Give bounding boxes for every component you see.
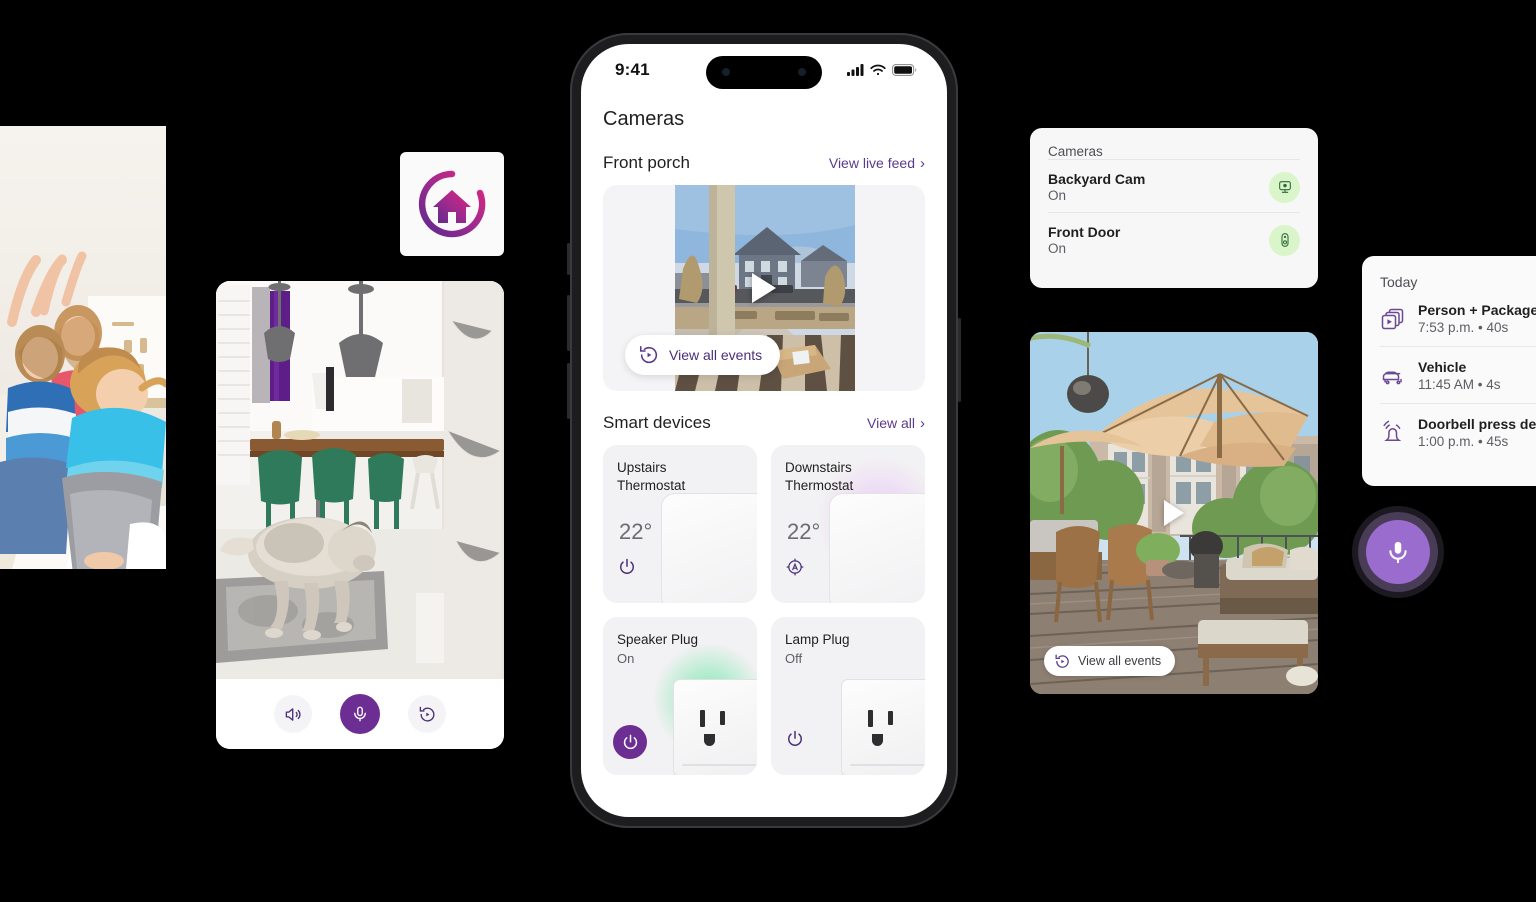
phone-mockup: 9:41 Cameras Front porch View live feed … (567, 33, 961, 828)
screenshot-stage: 9:41 Cameras Front porch View live feed … (0, 0, 1536, 902)
view-live-feed-link[interactable]: View live feed › (829, 155, 925, 171)
volume-button[interactable] (567, 363, 570, 419)
device-card-lamp-plug[interactable]: Lamp Plug Off (771, 617, 925, 775)
device-temperature: 22° (787, 519, 821, 544)
indoor-camera-controls (216, 679, 504, 749)
smart-devices-grid: Upstairs Thermostat 22° Downstairs Therm… (603, 445, 925, 775)
cellular-signal-icon (847, 64, 864, 76)
status-bar: 9:41 (581, 44, 947, 96)
dynamic-island (706, 56, 822, 89)
cameras-card-title: Cameras (1048, 144, 1103, 159)
device-card-downstairs-thermostat[interactable]: Downstairs Thermostat 22° (771, 445, 925, 603)
replay-icon[interactable] (408, 695, 446, 733)
indoor-camera-feed[interactable] (216, 281, 504, 679)
view-all-events-label: View all events (669, 347, 763, 363)
chevron-right-icon: › (920, 414, 925, 432)
camera-row-backyard[interactable]: Backyard Cam On (1048, 159, 1300, 212)
event-title: Person + Package de (1418, 302, 1536, 318)
smart-devices-header: Smart devices View all › (603, 413, 925, 433)
status-indicators (847, 64, 917, 76)
device-card-upstairs-thermostat[interactable]: Upstairs Thermostat 22° (603, 445, 757, 603)
chevron-right-icon: › (920, 154, 925, 172)
car-icon (1380, 363, 1406, 389)
event-row-person-package[interactable]: Person + Package de 7:53 p.m. • 40s (1380, 290, 1536, 346)
patio-view-all-events-button[interactable]: View all events (1044, 646, 1176, 676)
indoor-camera-card[interactable] (216, 281, 504, 749)
smart-plug-image (841, 679, 925, 775)
device-card-speaker-plug[interactable]: Speaker Plug On (603, 617, 757, 775)
view-all-label: View all (867, 415, 915, 431)
today-title: Today (1380, 274, 1418, 290)
power-icon[interactable] (613, 725, 647, 759)
camera-name: Front Door (1048, 224, 1121, 240)
play-icon[interactable] (752, 273, 776, 303)
device-state: On (617, 651, 635, 667)
cameras-list-card: Cameras Backyard Cam On Front Door On (1030, 128, 1318, 288)
play-icon[interactable] (1164, 500, 1184, 526)
device-state: Off (785, 651, 803, 667)
thermostat-image (829, 493, 925, 603)
event-text: Person + Package de 7:53 p.m. • 40s (1418, 302, 1536, 335)
camera-row-text: Backyard Cam On (1048, 171, 1145, 203)
doorbell-ring-icon (1380, 420, 1406, 446)
device-name: Upstairs Thermostat (617, 460, 686, 494)
sensor-lens-icon (798, 68, 806, 76)
event-title: Vehicle (1418, 359, 1467, 375)
camera-state: On (1048, 241, 1067, 256)
device-name: Speaker Plug (617, 632, 699, 647)
event-row-doorbell[interactable]: Doorbell press detec 1:00 p.m. • 45s (1380, 403, 1536, 460)
today-events-card: Today Person + Package de 7:53 p.m. • 40… (1362, 256, 1536, 486)
event-title: Doorbell press detec (1418, 416, 1536, 432)
phone-screen: 9:41 Cameras Front porch View live feed … (581, 44, 947, 817)
page-title: Cameras (603, 108, 685, 130)
power-icon[interactable] (785, 729, 805, 749)
voice-assistant-button[interactable] (1366, 520, 1430, 584)
camera-lens-icon (722, 68, 730, 76)
replay-icon (1054, 653, 1071, 670)
replay-icon (638, 344, 660, 366)
event-text: Vehicle 11:45 AM • 4s (1418, 359, 1501, 392)
smart-devices-title: Smart devices (603, 413, 711, 432)
screen-content: Cameras Front porch View live feed › Vie… (581, 108, 947, 775)
video-clips-icon (1380, 306, 1406, 332)
camera-row-front-door[interactable]: Front Door On (1048, 212, 1300, 265)
camera-name: Backyard Cam (1048, 171, 1146, 187)
device-name: Lamp Plug (785, 632, 850, 647)
wifi-icon (870, 64, 886, 76)
auto-mode-icon[interactable] (785, 557, 805, 577)
view-all-devices-link[interactable]: View all › (867, 415, 925, 431)
front-porch-preview[interactable]: View all events (603, 185, 925, 391)
power-icon[interactable] (617, 557, 637, 577)
event-text: Doorbell press detec 1:00 p.m. • 45s (1418, 416, 1536, 449)
view-live-feed-label: View live feed (828, 155, 915, 171)
view-all-events-button[interactable]: View all events (625, 335, 781, 375)
event-meta: 11:45 AM • 4s (1418, 377, 1501, 392)
camera-row-text: Front Door On (1048, 224, 1120, 256)
battery-icon (892, 64, 917, 76)
front-porch-header: Front porch View live feed › (603, 153, 925, 173)
device-name: Downstairs Thermostat (785, 460, 854, 494)
power-button[interactable] (958, 318, 961, 402)
doorbell-icon[interactable] (1269, 224, 1300, 256)
app-logo-tile (400, 152, 504, 256)
status-time: 9:41 (615, 60, 650, 79)
event-row-vehicle[interactable]: Vehicle 11:45 AM • 4s (1380, 346, 1536, 403)
kids-photo (0, 126, 166, 569)
security-camera-icon[interactable] (1269, 171, 1300, 203)
home-plus-logo-icon (414, 166, 490, 242)
smart-plug-image (673, 679, 757, 775)
event-meta: 1:00 p.m. • 45s (1418, 434, 1509, 449)
camera-name: Front porch (603, 153, 690, 172)
thermostat-image (661, 493, 757, 603)
patio-camera-card[interactable]: View all events (1030, 332, 1318, 694)
microphone-icon (1385, 539, 1411, 565)
camera-state: On (1048, 188, 1067, 203)
speaker-icon[interactable] (274, 695, 312, 733)
device-temperature: 22° (619, 519, 653, 544)
microphone-icon[interactable] (340, 694, 380, 734)
event-meta: 7:53 p.m. • 40s (1418, 320, 1509, 335)
patio-view-all-events-label: View all events (1078, 654, 1162, 668)
